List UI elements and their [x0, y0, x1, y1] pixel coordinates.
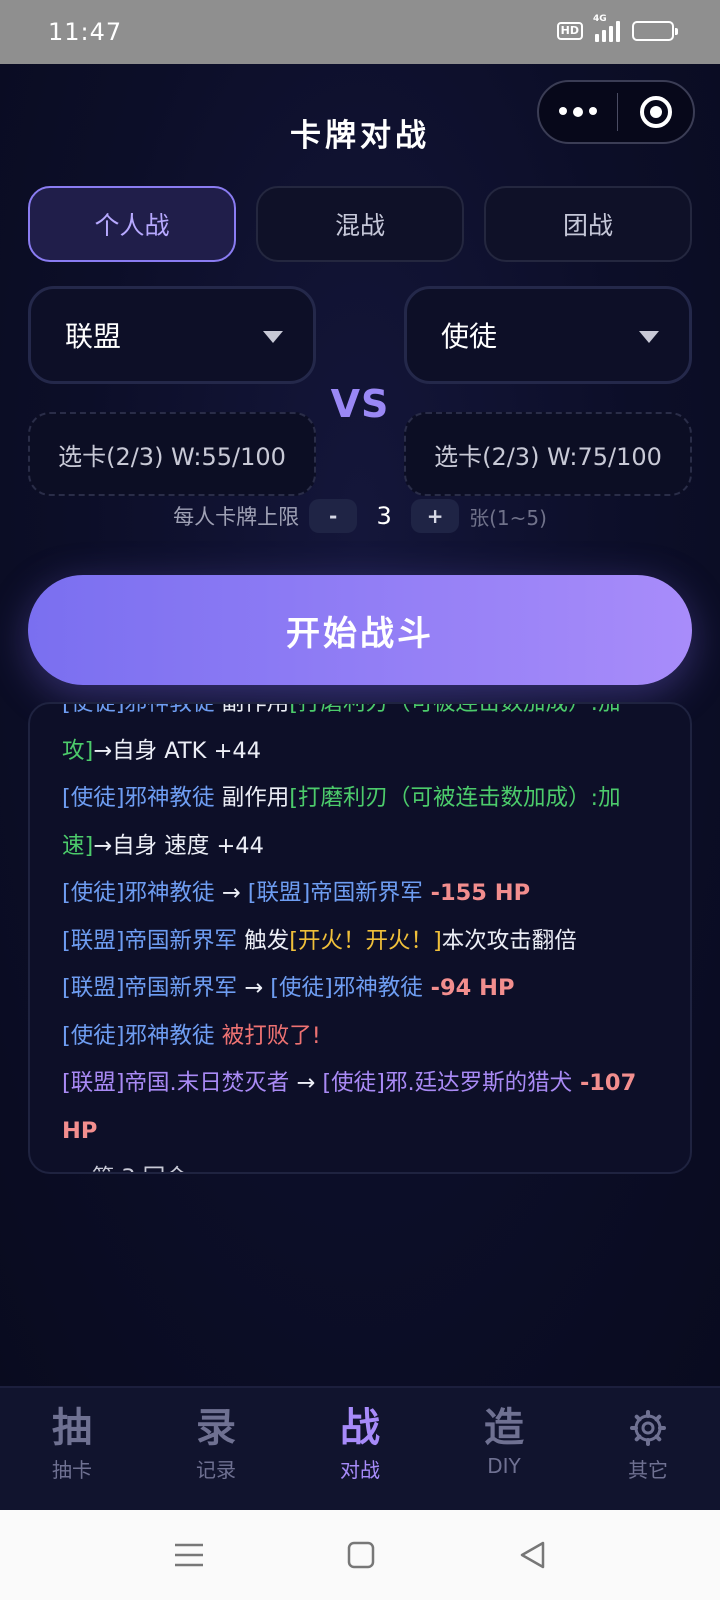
- status-time: 11:47: [48, 18, 123, 46]
- menu-icon[interactable]: [172, 1538, 206, 1572]
- log-line: [联盟]帝国新界军 触发[开火！开火！]本次攻击翻倍: [62, 918, 662, 966]
- nav-draw-label: 抽卡: [52, 1458, 92, 1482]
- signal-icon: 4G: [593, 14, 620, 42]
- miniprogram-capsule: [537, 80, 695, 144]
- left-pick-cards-button[interactable]: 选卡(2/3) W:55/100: [28, 412, 316, 496]
- nav-diy-label: DIY: [487, 1454, 521, 1478]
- log-line: [联盟]帝国新界军 → [使徒]邪神教徒 -94 HP: [62, 965, 662, 1013]
- log-segment: 副作用: [214, 702, 290, 716]
- log-line: [联盟]帝国.末日焚灭者 → [使徒]邪.廷达罗斯的猎犬 -107 HP: [62, 1060, 662, 1155]
- system-nav-bar: [0, 1510, 720, 1600]
- card-limit-range: 张(1~5): [469, 505, 547, 530]
- nav-battle-label: 对战: [340, 1458, 380, 1482]
- right-pick-cards-button[interactable]: 选卡(2/3) W:75/100: [404, 412, 692, 496]
- log-line: [使徒]邪神教徒 被打败了!: [62, 1013, 662, 1061]
- log-segment: -94 HP: [422, 975, 515, 1001]
- log-segment: →: [214, 880, 248, 906]
- left-faction-select[interactable]: 联盟: [28, 286, 316, 384]
- decrease-button[interactable]: -: [309, 499, 358, 533]
- log-segment: [联盟]帝国新界军: [62, 975, 238, 1001]
- nav-records[interactable]: 录 记录: [144, 1388, 288, 1510]
- left-faction-value: 联盟: [65, 320, 122, 353]
- target-icon: [639, 96, 672, 128]
- log-segment: →自身 ATK +44: [93, 737, 262, 764]
- battery-icon: [632, 21, 678, 41]
- log-segment: 本次攻击翻倍: [441, 927, 577, 954]
- nav-other-label: 其它: [628, 1458, 668, 1482]
- chevron-down-icon: [263, 331, 283, 343]
- log-segment: →自身 速度 +44: [93, 832, 264, 859]
- log-line: [使徒]邪神教徒 副作用[打磨利刃（可被连击数加成）:加攻]→自身 ATK +4…: [62, 702, 662, 775]
- close-miniprogram-button[interactable]: [618, 96, 693, 128]
- log-segment: — 第 3 回合 —: [62, 1165, 217, 1172]
- log-segment: [使徒]邪.廷达罗斯的猎犬: [322, 1070, 573, 1096]
- log-segment: [联盟]帝国新界军: [62, 927, 238, 954]
- start-battle-button[interactable]: 开始战斗: [28, 575, 692, 685]
- battle-log[interactable]: [使徒]邪神教徒 副作用[打磨利刃（可被连击数加成）:加攻]→自身 ATK +4…: [28, 702, 692, 1174]
- nav-battle[interactable]: 战 对战: [288, 1388, 432, 1510]
- create-icon: 造: [484, 1405, 524, 1451]
- log-segment: [使徒]邪神教徒: [62, 702, 215, 716]
- bottom-nav: 抽 抽卡 录 记录 战 对战 造 DIY 其它: [0, 1386, 720, 1510]
- nav-draw[interactable]: 抽 抽卡: [0, 1388, 144, 1510]
- hd-icon: HD: [556, 22, 583, 40]
- log-segment: →: [289, 1070, 323, 1096]
- tab-melee[interactable]: 混战: [256, 186, 464, 262]
- right-faction-select[interactable]: 使徒: [404, 286, 692, 384]
- card-limit-stepper: 每人卡牌上限 - 3 + 张(1~5): [0, 496, 720, 536]
- card-limit-label: 每人卡牌上限: [173, 505, 300, 529]
- log-segment: [使徒]邪神教徒: [62, 785, 215, 811]
- log-segment: [开火！开火！]: [289, 927, 442, 954]
- log-segment: 副作用: [214, 785, 290, 811]
- log-segment: [使徒]邪神教徒: [62, 880, 215, 906]
- log-segment: [使徒]邪神教徒: [62, 1022, 215, 1049]
- status-bar: 11:47 HD 4G: [0, 0, 720, 64]
- more-icon[interactable]: [539, 107, 617, 117]
- battle-page: 卡牌对战 个人战 混战 团战 联盟 使徒 VS 选卡(2/3) W:55/100…: [0, 64, 720, 1386]
- tab-team[interactable]: 团战: [484, 186, 692, 262]
- home-icon[interactable]: [344, 1538, 378, 1572]
- log-segment: -155 HP: [422, 880, 531, 906]
- log-segment: →: [237, 975, 271, 1001]
- nav-diy[interactable]: 造 DIY: [432, 1388, 576, 1510]
- battle-icon: 战: [340, 1405, 380, 1451]
- nav-other[interactable]: 其它: [576, 1388, 720, 1510]
- log-segment: [使徒]邪神教徒: [270, 975, 423, 1001]
- log-line: [使徒]邪神教徒 → [联盟]帝国新界军 -155 HP: [62, 870, 662, 918]
- right-faction-value: 使徒: [441, 320, 498, 353]
- log-line: [使徒]邪神教徒 副作用[打磨利刃（可被连击数加成）:加速]→自身 速度 +44: [62, 775, 662, 870]
- increase-button[interactable]: +: [411, 499, 460, 533]
- chevron-down-icon: [639, 331, 659, 343]
- log-segment: 被打败了!: [214, 1022, 321, 1049]
- network-type: 4G: [593, 14, 607, 24]
- records-icon: 录: [196, 1405, 236, 1451]
- log-line: — 第 3 回合 —: [62, 1155, 662, 1172]
- log-segment: [联盟]帝国.末日焚灭者: [62, 1070, 290, 1096]
- battle-log-content: [使徒]邪神教徒 副作用[打磨利刃（可被连击数加成）:加攻]→自身 ATK +4…: [62, 702, 662, 1172]
- status-icons: HD 4G: [556, 14, 678, 42]
- log-segment: [联盟]帝国新界军: [247, 880, 423, 906]
- tab-solo[interactable]: 个人战: [28, 186, 236, 262]
- log-segment: 触发: [237, 927, 290, 954]
- nav-records-label: 记录: [196, 1458, 236, 1482]
- back-icon[interactable]: [516, 1538, 550, 1572]
- card-limit-value: 3: [376, 502, 392, 530]
- gear-icon: [628, 1404, 668, 1452]
- draw-icon: 抽: [52, 1405, 92, 1451]
